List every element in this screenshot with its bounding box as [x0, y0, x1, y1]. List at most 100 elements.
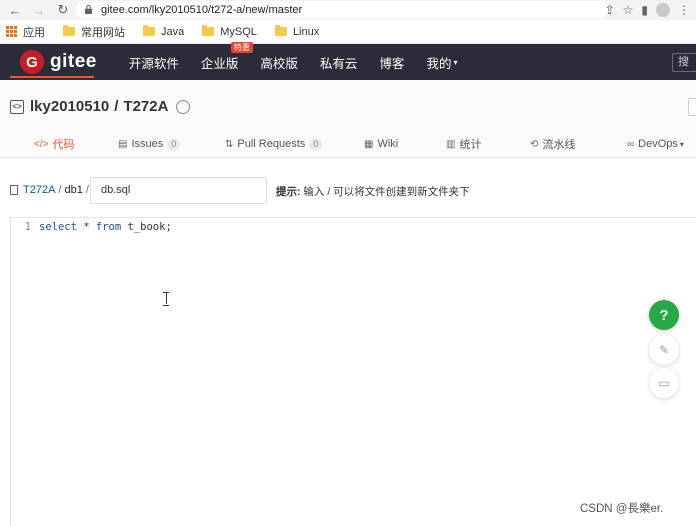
breadcrumb-folder[interactable]: db1 [64, 184, 82, 196]
tab-label: Pull Requests [237, 138, 306, 150]
back-icon[interactable]: ← [6, 1, 24, 19]
nav-enterprise[interactable]: 企业版 特惠 [200, 41, 253, 72]
pull-request-icon: ⇅ [225, 138, 234, 150]
nav-private-cloud[interactable]: 私有云 [320, 53, 358, 72]
top-nav: 开源软件 企业版 特惠 高校版 私有云 博客 我的 ▾ [129, 41, 480, 72]
apps-grid-icon [6, 26, 17, 37]
folder-icon [63, 25, 75, 36]
hint-text: 输入 / 可以将文件创建到新文件夹下 [303, 186, 470, 198]
repo-separator: / [114, 98, 119, 115]
nav-label: 企业版 [200, 56, 239, 71]
bookmarks-bar: 应用 常用网站 Java MySQL Linux [0, 20, 696, 44]
code-token: t_book; [121, 221, 172, 233]
chevron-down-icon: ▾ [679, 139, 684, 149]
bookmark-folder[interactable]: Java [143, 25, 185, 38]
tab-count: 0 [309, 138, 323, 150]
breadcrumb-separator: / [85, 184, 89, 196]
promo-badge: 特惠 [230, 41, 253, 53]
forward-icon[interactable]: → [30, 1, 48, 19]
bookmark-apps[interactable]: 应用 [6, 24, 45, 40]
nav-education[interactable]: 高校版 [260, 53, 298, 72]
nav-open-source[interactable]: 开源软件 [129, 53, 179, 72]
tab-code[interactable]: </> 代码 [34, 134, 74, 154]
code-editor[interactable]: 1 select * from t_book; [10, 217, 696, 526]
wiki-icon: ▦ [364, 138, 374, 150]
tab-label: 代码 [52, 139, 75, 151]
tab-pull-requests[interactable]: ⇅ Pull Requests 0 [225, 134, 323, 154]
line-number: 1 [24, 221, 31, 233]
filename-input[interactable]: db.sql [90, 177, 267, 204]
tab-label: Wiki [377, 138, 399, 150]
repo-name[interactable]: T272A [123, 98, 168, 115]
bookmark-label: 应用 [23, 26, 45, 39]
pipeline-icon: ⟲ [530, 138, 539, 150]
comment-button[interactable]: ▭ [649, 368, 679, 398]
tab-wiki[interactable]: ▦ Wiki [364, 134, 398, 154]
menu-icon[interactable]: ⋮ [678, 3, 690, 17]
file-icon [10, 185, 18, 195]
tab-devops[interactable]: ∞ DevOps ▾ [627, 134, 684, 154]
share-icon[interactable]: ⇪ [605, 3, 615, 17]
profile-avatar[interactable] [656, 3, 670, 17]
code-icon: </> [34, 138, 49, 150]
lock-icon [84, 5, 93, 14]
breadcrumb-separator: / [58, 184, 62, 196]
nav-mine[interactable]: 我的 ▾ [426, 53, 457, 72]
path-hint: 提示: 输入 / 可以将文件创建到新文件夹下 [276, 184, 470, 199]
folder-icon [202, 25, 215, 36]
nav-blog[interactable]: 博客 [379, 53, 404, 72]
bookmark-label: 常用网站 [81, 26, 125, 39]
bookmark-label: Java [161, 25, 185, 38]
tab-stats[interactable]: ▥ 统计 [446, 134, 481, 154]
tab-label: 流水线 [542, 139, 576, 151]
folder-icon [274, 25, 287, 36]
bookmark-folder[interactable]: 常用网站 [63, 24, 125, 40]
breadcrumb-repo[interactable]: T272A [23, 184, 55, 196]
repo-title: <> lky2010510 / T272A [10, 98, 191, 115]
active-tab-indicator [10, 76, 94, 78]
code-line: 1 select * from t_book; [11, 221, 172, 233]
search-input[interactable]: 搜索 [672, 53, 696, 72]
folder-icon [143, 25, 155, 36]
site-header: G gitee 开源软件 企业版 特惠 高校版 私有云 博客 我的 ▾ 搜索 [0, 41, 696, 80]
watermark: CSDN @長樂er. [580, 503, 664, 515]
gitee-logo[interactable]: G gitee [20, 50, 97, 74]
star-icon[interactable]: ☆ [623, 3, 634, 17]
code-token: * [76, 221, 96, 233]
stats-icon: ▥ [446, 138, 456, 150]
bookmark-folder[interactable]: MySQL [202, 25, 257, 38]
code-repo-icon: <> [10, 99, 24, 114]
repo-header: <> lky2010510 / T272A [0, 80, 696, 158]
bookmark-label: Linux [292, 25, 320, 38]
address-bar[interactable]: gitee.com/lky2010510/t272-a/new/master [76, 1, 608, 18]
watch-button[interactable] [688, 98, 696, 116]
feedback-edit-button[interactable]: ✎ [649, 335, 679, 365]
keyword: select [39, 221, 77, 233]
tab-count: 0 [167, 138, 181, 150]
bookmark-folder[interactable]: Linux [274, 25, 320, 38]
chevron-down-icon: ▾ [453, 57, 458, 67]
logo-text: gitee [50, 51, 97, 72]
settings-icon[interactable] [176, 99, 191, 114]
reload-icon[interactable]: ↻ [54, 1, 72, 19]
browser-actions: ⇪ ☆ ▮ ⋮ [605, 0, 690, 20]
comment-icon: ▭ [658, 376, 670, 390]
tab-label: 统计 [459, 139, 482, 151]
text-cursor-icon [163, 292, 169, 306]
edit-icon: ✎ [658, 343, 670, 357]
issues-icon: ▤ [118, 138, 128, 150]
tab-label: Issues [131, 138, 164, 150]
tab-pipeline[interactable]: ⟲ 流水线 [530, 134, 575, 154]
url-text: gitee.com/lky2010510/t272-a/new/master [101, 3, 303, 16]
nav-label: 我的 [426, 56, 452, 71]
logo-mark: G [20, 50, 44, 74]
help-button[interactable]: ? [649, 300, 679, 330]
keyword: from [95, 221, 122, 233]
bookmark-label: MySQL [220, 25, 257, 38]
sidebar-icon[interactable]: ▮ [641, 3, 648, 17]
browser-toolbar: ← → ↻ gitee.com/lky2010510/t272-a/new/ma… [0, 0, 696, 20]
hint-label: 提示: [276, 186, 301, 198]
repo-owner[interactable]: lky2010510 [30, 98, 109, 115]
tab-issues[interactable]: ▤ Issues 0 [118, 134, 181, 154]
devops-icon: ∞ [627, 138, 635, 150]
